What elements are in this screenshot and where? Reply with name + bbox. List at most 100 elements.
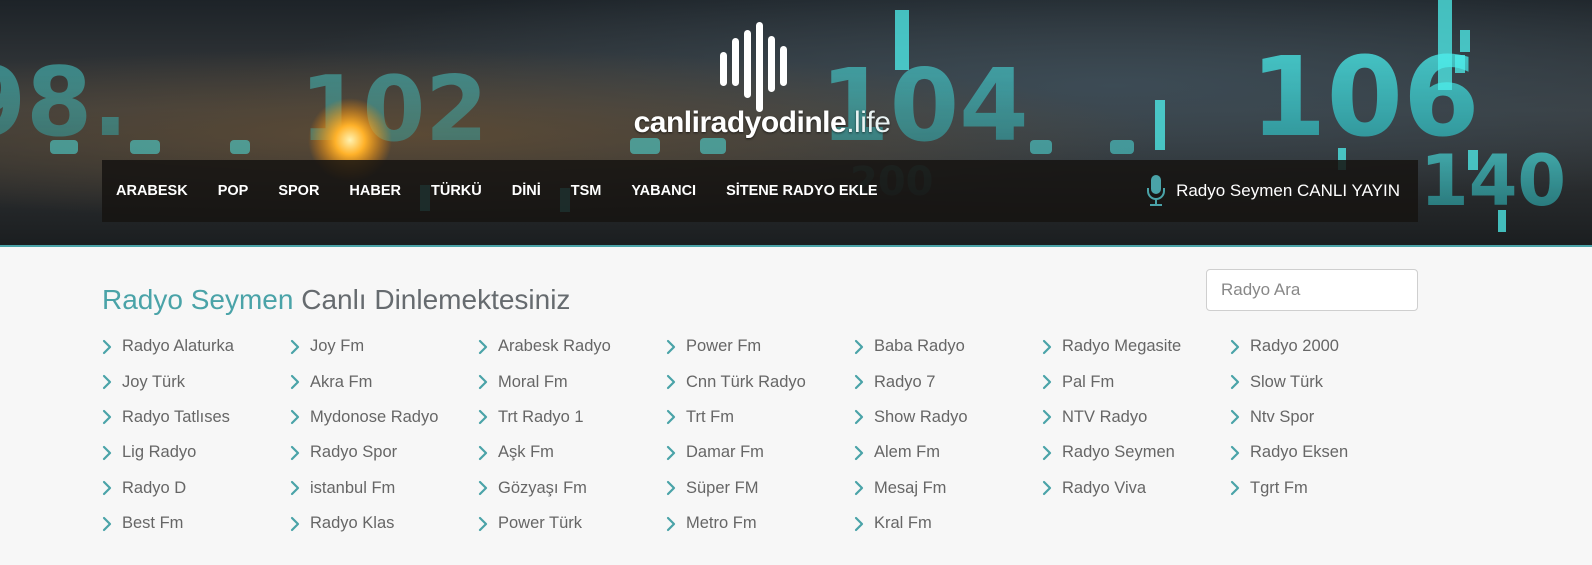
station-link[interactable]: istanbul Fm	[290, 471, 478, 506]
station-link[interactable]: Süper FM	[666, 471, 854, 506]
station-link[interactable]: Radyo Tatlıses	[102, 400, 290, 435]
svg-text:140: 140	[1420, 140, 1566, 222]
chevron-right-icon	[290, 410, 300, 425]
chevron-right-icon	[290, 481, 300, 496]
station-link[interactable]: Radyo Alaturka	[102, 329, 290, 364]
station-link[interactable]: Radyo Viva	[1042, 471, 1230, 506]
station-link[interactable]: Gözyaşı Fm	[478, 471, 666, 506]
microphone-icon	[1147, 175, 1166, 206]
station-link[interactable]: Power Türk	[478, 506, 666, 541]
chevron-right-icon	[666, 410, 676, 425]
station-link[interactable]: Slow Türk	[1230, 364, 1418, 399]
station-list: Radyo Alaturka Joy Fm Arabesk Radyo Power F…	[102, 329, 1422, 541]
station-link[interactable]: Best Fm	[102, 506, 290, 541]
chevron-right-icon	[1230, 339, 1240, 354]
station-link[interactable]: Power Fm	[666, 329, 854, 364]
nav-item-pop[interactable]: POP	[218, 183, 249, 199]
station-link[interactable]: Baba Radyo	[854, 329, 1042, 364]
chevron-right-icon	[666, 516, 676, 531]
live-broadcast-label: Radyo Seymen CANLI YAYIN	[1176, 181, 1400, 200]
station-link[interactable]: Arabesk Radyo	[478, 329, 666, 364]
station-link[interactable]: Trt Fm	[666, 400, 854, 435]
chevron-right-icon	[1042, 481, 1052, 496]
station-name: Cnn Türk Radyo	[686, 372, 806, 391]
station-link[interactable]: Radyo 2000	[1230, 329, 1418, 364]
station-link[interactable]: Radyo D	[102, 471, 290, 506]
station-link[interactable]: Radyo Spor	[290, 435, 478, 470]
station-link[interactable]: Metro Fm	[666, 506, 854, 541]
station-link[interactable]: Pal Fm	[1042, 364, 1230, 399]
nav-item-spor[interactable]: SPOR	[278, 183, 319, 199]
station-name: Radyo Eksen	[1250, 443, 1349, 462]
station-name: Damar Fm	[686, 443, 764, 462]
station-name: Alem Fm	[874, 443, 940, 462]
station-link[interactable]: Ntv Spor	[1230, 400, 1418, 435]
radio-search-input[interactable]	[1206, 269, 1418, 311]
chevron-right-icon	[854, 516, 864, 531]
station-name: Mydonose Radyo	[310, 407, 439, 426]
station-link[interactable]: NTV Radyo	[1042, 400, 1230, 435]
nav-item-haber[interactable]: HABER	[349, 183, 401, 199]
station-link[interactable]: Aşk Fm	[478, 435, 666, 470]
station-link[interactable]: Joy Fm	[290, 329, 478, 364]
now-playing-station: Radyo Seymen	[102, 284, 294, 315]
station-link[interactable]: Show Radyo	[854, 400, 1042, 435]
station-name: Metro Fm	[686, 514, 757, 533]
station-link[interactable]: Cnn Türk Radyo	[666, 364, 854, 399]
station-name: Radyo Spor	[310, 443, 398, 462]
station-link[interactable]: Mesaj Fm	[854, 471, 1042, 506]
station-name: Radyo Klas	[310, 514, 395, 533]
chevron-right-icon	[854, 374, 864, 390]
main-content: Radyo Seymen Canlı Dinlemektesiniz Radyo…	[0, 247, 1592, 565]
chevron-right-icon	[666, 374, 676, 390]
station-name: Radyo D	[122, 478, 187, 497]
station-link[interactable]: Joy Türk	[102, 364, 290, 399]
chevron-right-icon	[1230, 445, 1240, 460]
station-link[interactable]: Radyo Seymen	[1042, 435, 1230, 470]
site-logo[interactable]: canliradyodinle.life	[632, 22, 892, 142]
station-link[interactable]: Mydonose Radyo	[290, 400, 478, 435]
station-link[interactable]: Damar Fm	[666, 435, 854, 470]
station-link[interactable]: Radyo Eksen	[1230, 435, 1418, 470]
nav-item-arabesk[interactable]: ARABESK	[116, 183, 188, 199]
nav-item-add-radio[interactable]: SİTENE RADYO EKLE	[726, 183, 877, 199]
station-name: Radyo Megasite	[1062, 337, 1182, 356]
station-name: Pal Fm	[1062, 372, 1115, 391]
chevron-right-icon	[854, 481, 864, 496]
live-broadcast-link[interactable]: Radyo Seymen CANLI YAYIN	[1146, 160, 1400, 222]
station-link[interactable]: Alem Fm	[854, 435, 1042, 470]
station-link[interactable]: Tgrt Fm	[1230, 471, 1418, 506]
station-name: Power Fm	[686, 337, 762, 356]
nav-item-dini[interactable]: DİNİ	[512, 183, 541, 199]
chevron-right-icon	[1230, 410, 1240, 425]
station-name: Arabesk Radyo	[498, 337, 611, 356]
station-link[interactable]: Trt Radyo 1	[478, 400, 666, 435]
chevron-right-icon	[478, 410, 488, 425]
station-link[interactable]: Radyo 7	[854, 364, 1042, 399]
chevron-right-icon	[1042, 374, 1052, 390]
site-header: 98. 102 104 106 140 200	[0, 0, 1592, 247]
chevron-right-icon	[290, 445, 300, 460]
station-name: Joy Türk	[122, 372, 185, 391]
brand-tld: .life	[846, 106, 891, 139]
station-name: Mesaj Fm	[874, 478, 947, 497]
station-link[interactable]: Akra Fm	[290, 364, 478, 399]
station-link[interactable]: Moral Fm	[478, 364, 666, 399]
chevron-right-icon	[102, 445, 112, 460]
station-link[interactable]: Lig Radyo	[102, 435, 290, 470]
chevron-right-icon	[854, 445, 864, 460]
sound-wave-logo-icon	[720, 22, 787, 112]
nav-item-yabanci[interactable]: YABANCI	[631, 183, 696, 199]
station-name: Trt Fm	[686, 407, 734, 426]
station-name: Slow Türk	[1250, 372, 1324, 391]
now-playing-heading: Radyo Seymen Canlı Dinlemektesiniz	[102, 284, 570, 316]
nav-item-tsm[interactable]: TSM	[571, 183, 602, 199]
station-link[interactable]: Kral Fm	[854, 506, 1042, 541]
station-name: Radyo Viva	[1062, 478, 1147, 497]
station-name: Tgrt Fm	[1250, 478, 1308, 497]
station-link[interactable]: Radyo Megasite	[1042, 329, 1230, 364]
nav-item-turku[interactable]: TÜRKÜ	[431, 183, 482, 199]
chevron-right-icon	[478, 374, 488, 390]
chevron-right-icon	[854, 339, 864, 354]
station-link[interactable]: Radyo Klas	[290, 506, 478, 541]
